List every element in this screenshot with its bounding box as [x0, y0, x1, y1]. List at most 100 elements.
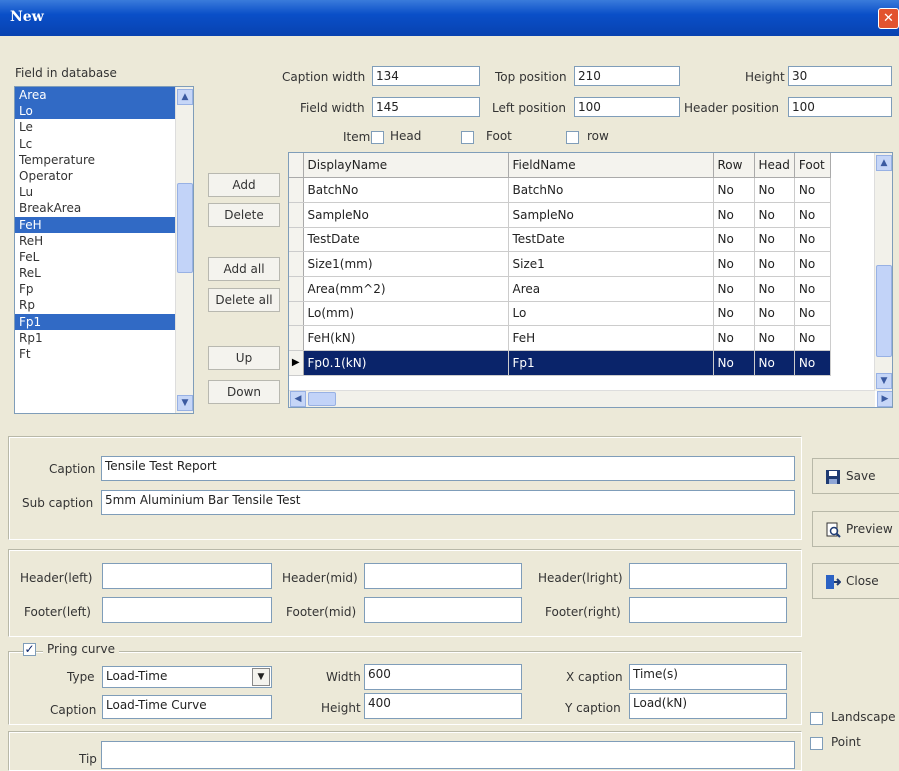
header-left-input[interactable]	[102, 563, 272, 589]
field-width-input[interactable]: 145	[372, 97, 480, 117]
cell-display[interactable]: TestDate	[303, 227, 509, 253]
scroll-right-icon[interactable]: ▶	[877, 391, 892, 407]
scroll-up-icon[interactable]: ▲	[876, 155, 892, 171]
field-list-item[interactable]: FeH	[15, 216, 175, 233]
left-position-input[interactable]: 100	[574, 97, 680, 117]
scroll-thumb[interactable]	[308, 392, 336, 406]
table-row[interactable]: ▶ Fp0.1(kN) Fp1 No No No	[289, 350, 831, 376]
table-row[interactable]: FeH(kN) FeH No No No	[289, 325, 831, 351]
cell-row[interactable]: No	[713, 301, 755, 327]
row-indicator[interactable]	[289, 177, 304, 203]
column-header-displayname[interactable]: DisplayName	[303, 153, 509, 179]
caption-input[interactable]: Tensile Test Report	[101, 456, 795, 481]
header-mid-input[interactable]	[364, 563, 522, 589]
row-indicator[interactable]	[289, 325, 304, 351]
row-checkbox[interactable]	[566, 131, 579, 144]
cell-display[interactable]: FeH(kN)	[303, 325, 509, 351]
point-checkbox[interactable]	[810, 737, 823, 750]
field-list-scrollbar[interactable]: ▲ ▼	[175, 87, 193, 413]
row-indicator[interactable]	[289, 301, 304, 327]
add-button[interactable]: Add	[208, 173, 280, 197]
field-list-item[interactable]: ReH	[15, 233, 175, 249]
footer-right-input[interactable]	[629, 597, 787, 623]
table-row[interactable]: SampleNo SampleNo No No No	[289, 202, 831, 228]
row-indicator[interactable]	[289, 227, 304, 253]
cell-field[interactable]: TestDate	[508, 227, 714, 253]
field-list-item[interactable]: Le	[15, 119, 175, 135]
y-caption-input[interactable]: Load(kN)	[629, 693, 787, 719]
footer-left-input[interactable]	[102, 597, 272, 623]
preview-button[interactable]: Preview	[812, 511, 899, 547]
field-list-item[interactable]: Lu	[15, 184, 175, 200]
scroll-left-icon[interactable]: ◀	[290, 391, 306, 407]
header-position-input[interactable]: 100	[788, 97, 892, 117]
field-list-item[interactable]: ReL	[15, 265, 175, 281]
x-caption-input[interactable]: Time(s)	[629, 664, 787, 690]
grid-vertical-scrollbar[interactable]: ▲ ▼	[874, 153, 892, 391]
scroll-down-icon[interactable]: ▼	[177, 395, 193, 411]
scroll-thumb[interactable]	[177, 183, 193, 273]
cell-foot[interactable]: No	[794, 227, 831, 253]
column-header-fieldname[interactable]: FieldName	[508, 153, 714, 179]
cell-foot[interactable]: No	[794, 325, 831, 351]
cell-display[interactable]: Lo(mm)	[303, 301, 509, 327]
field-list-item[interactable]: Ft	[15, 346, 175, 362]
tip-input[interactable]	[101, 741, 795, 769]
cell-display[interactable]: Area(mm^2)	[303, 276, 509, 302]
row-indicator[interactable]	[289, 251, 304, 277]
table-row[interactable]: TestDate TestDate No No No	[289, 227, 831, 253]
field-list-item[interactable]: Rp1	[15, 330, 175, 346]
down-button[interactable]: Down	[208, 380, 280, 404]
cell-display[interactable]: BatchNo	[303, 177, 509, 203]
cell-row[interactable]: No	[713, 251, 755, 277]
field-list-item[interactable]: Lc	[15, 136, 175, 152]
cell-foot[interactable]: No	[794, 202, 831, 228]
cell-head[interactable]: No	[754, 227, 795, 253]
field-list-item[interactable]: Fp1	[15, 313, 175, 330]
cell-foot[interactable]: No	[794, 177, 831, 203]
cell-field[interactable]: BatchNo	[508, 177, 714, 203]
up-button[interactable]: Up	[208, 346, 280, 370]
cell-row[interactable]: No	[713, 202, 755, 228]
scroll-down-icon[interactable]: ▼	[876, 373, 892, 389]
column-header-row[interactable]: Row	[713, 153, 755, 179]
cell-row[interactable]: No	[713, 325, 755, 351]
cell-field[interactable]: Area	[508, 276, 714, 302]
row-indicator[interactable]	[289, 276, 304, 302]
cell-head[interactable]: No	[754, 350, 795, 376]
cell-row[interactable]: No	[713, 227, 755, 253]
caption-width-input[interactable]: 134	[372, 66, 480, 86]
window-close-button[interactable]: ✕	[878, 8, 899, 29]
grid-horizontal-scrollbar[interactable]: ◀ ▶	[289, 390, 892, 407]
head-checkbox[interactable]	[371, 131, 384, 144]
cell-foot[interactable]: No	[794, 251, 831, 277]
table-row[interactable]: Area(mm^2) Area No No No	[289, 276, 831, 302]
save-button[interactable]: Save	[812, 458, 899, 494]
row-indicator[interactable]	[289, 202, 304, 228]
field-list-item[interactable]: Lo	[15, 103, 175, 120]
current-row-arrow-icon[interactable]: ▶	[289, 350, 304, 376]
footer-mid-input[interactable]	[364, 597, 522, 623]
cell-head[interactable]: No	[754, 301, 795, 327]
cell-display[interactable]: Size1(mm)	[303, 251, 509, 277]
table-row[interactable]: BatchNo BatchNo No No No	[289, 177, 831, 203]
column-header-head[interactable]: Head	[754, 153, 795, 179]
sub-caption-input[interactable]: 5mm Aluminium Bar Tensile Test	[101, 490, 795, 515]
header-right-input[interactable]	[629, 563, 787, 589]
cell-foot[interactable]: No	[794, 276, 831, 302]
scroll-up-icon[interactable]: ▲	[177, 89, 193, 105]
chevron-down-icon[interactable]: ▼	[252, 668, 270, 686]
cell-foot[interactable]: No	[794, 301, 831, 327]
cell-head[interactable]: No	[754, 276, 795, 302]
report-fields-grid[interactable]: DisplayName FieldName Row Head Foot Batc…	[288, 152, 893, 408]
cell-row[interactable]: No	[713, 276, 755, 302]
curve-type-select[interactable]: Load-Time ▼	[102, 666, 272, 688]
cell-display[interactable]: SampleNo	[303, 202, 509, 228]
table-row[interactable]: Lo(mm) Lo No No No	[289, 301, 831, 327]
field-list[interactable]: Area Lo Le Lc Temperature Operator Lu BreakArea…	[14, 86, 194, 414]
column-header-foot[interactable]: Foot	[794, 153, 831, 179]
cell-head[interactable]: No	[754, 177, 795, 203]
field-list-item[interactable]: BreakArea	[15, 200, 175, 216]
field-list-item[interactable]: Rp	[15, 297, 175, 313]
cell-row[interactable]: No	[713, 350, 755, 376]
